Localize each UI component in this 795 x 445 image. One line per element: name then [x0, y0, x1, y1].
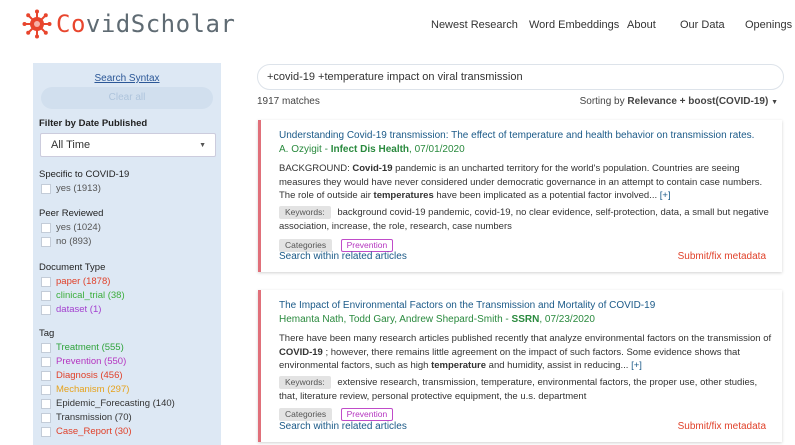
publish-date: , 07/23/2020: [539, 314, 595, 325]
nav-about[interactable]: About: [627, 19, 656, 31]
checkbox-label: Treatment (555): [56, 342, 124, 353]
checkbox-label: Epidemic_Forecasting (140): [56, 398, 175, 409]
checkbox-label: yes (1913): [56, 183, 101, 194]
date-filter-select[interactable]: All Time ▼: [40, 133, 216, 157]
author-names: Hemanta Nath, Todd Gary, Andrew Shepard-…: [279, 314, 512, 325]
nav-openings[interactable]: Openings: [745, 19, 792, 31]
result-card: Understanding Covid-19 transmission: The…: [258, 120, 782, 272]
checkbox[interactable]: [41, 290, 51, 301]
filter-doctype-dataset[interactable]: dataset (1): [41, 304, 101, 315]
match-count-label: matches: [282, 96, 320, 107]
checkbox[interactable]: [41, 412, 51, 423]
checkbox[interactable]: [41, 370, 51, 381]
document-type-heading: Document Type: [39, 262, 106, 273]
specific-covid-heading: Specific to COVID-19: [39, 169, 130, 180]
result-categories: Categories Prevention: [279, 404, 394, 422]
result-abstract: BACKGROUND: Covid-19 pandemic is an unch…: [279, 163, 763, 201]
search-input[interactable]: +covid-19 +temperature impact on viral t…: [257, 64, 784, 90]
filter-tag-mechanism[interactable]: Mechanism (297): [41, 384, 129, 395]
top-header: CovidScholar Newest Research Word Embedd…: [0, 0, 795, 52]
checkbox-label: yes (1024): [56, 222, 101, 233]
nav-word-embeddings[interactable]: Word Embeddings: [529, 19, 619, 31]
submit-fix-metadata-link[interactable]: Submit/fix metadata: [678, 421, 766, 432]
filter-tag-transmission[interactable]: Transmission (70): [41, 412, 132, 423]
result-keywords: Keywords: extensive research, transmissi…: [279, 376, 777, 403]
filter-date-heading: Filter by Date Published: [39, 118, 148, 129]
result-keywords: Keywords: background covid-19 pandemic, …: [279, 206, 777, 233]
keywords-label: Keywords:: [279, 206, 331, 219]
match-count-value: 1917: [257, 96, 280, 107]
sort-prefix: Sorting by: [579, 96, 625, 107]
publish-date: , 07/01/2020: [409, 144, 465, 155]
checkbox-label: Mechanism (297): [56, 384, 130, 395]
checkbox[interactable]: [41, 356, 51, 367]
keywords-text: extensive research, transmission, temper…: [279, 377, 758, 402]
result-title-link[interactable]: The Impact of Environmental Factors on t…: [279, 300, 779, 311]
filter-tag-epidemic-forecasting[interactable]: Epidemic_Forecasting (140): [41, 398, 175, 409]
filter-doctype-clinical-trial[interactable]: clinical_trial (38): [41, 290, 125, 301]
search-syntax-link[interactable]: Search Syntax: [33, 73, 221, 84]
peer-reviewed-heading: Peer Reviewed: [39, 208, 104, 219]
journal-name: SSRN: [511, 314, 540, 325]
checkbox-label: Prevention (550): [56, 356, 127, 367]
date-filter-value: All Time: [51, 139, 91, 151]
checkbox[interactable]: [41, 222, 51, 233]
category-tag-prevention[interactable]: Prevention: [340, 408, 394, 421]
search-related-link[interactable]: Search within related articles: [279, 421, 407, 432]
site-logo[interactable]: CovidScholar: [22, 9, 235, 39]
submit-fix-metadata-link[interactable]: Submit/fix metadata: [678, 251, 766, 262]
chevron-down-icon: ▼: [199, 142, 206, 149]
checkbox[interactable]: [41, 183, 51, 194]
filter-peer-no[interactable]: no (893): [41, 236, 91, 247]
checkbox[interactable]: [41, 426, 51, 437]
match-count: 1917 matches: [257, 96, 320, 107]
checkbox-label: Transmission (70): [56, 412, 132, 423]
checkbox-label: dataset (1): [56, 304, 102, 315]
nav-newest-research[interactable]: Newest Research: [431, 19, 518, 31]
result-title-link[interactable]: Understanding Covid-19 transmission: The…: [279, 130, 779, 141]
checkbox[interactable]: [41, 236, 51, 247]
checkbox[interactable]: [41, 276, 51, 287]
search-related-link[interactable]: Search within related articles: [279, 251, 407, 262]
filter-specific-yes[interactable]: yes (1913): [41, 183, 101, 194]
categories-label: Categories: [279, 408, 333, 421]
checkbox[interactable]: [41, 398, 51, 409]
nav-our-data[interactable]: Our Data: [680, 19, 725, 31]
result-card: The Impact of Environmental Factors on t…: [258, 290, 782, 442]
journal-name: Infect Dis Health: [330, 144, 410, 155]
checkbox[interactable]: [41, 342, 51, 353]
author-names: A. Ozyigit -: [279, 144, 331, 155]
sort-value: Relevance + boost(COVID-19): [627, 96, 769, 107]
keywords-text: background covid-19 pandemic, covid-19, …: [279, 207, 769, 232]
clear-all-button[interactable]: Clear all: [41, 87, 213, 109]
filter-tag-prevention[interactable]: Prevention (550): [41, 356, 126, 367]
checkbox-label: no (893): [56, 236, 92, 247]
result-abstract: There have been many research articles p…: [279, 333, 772, 371]
keywords-label: Keywords:: [279, 376, 331, 389]
filter-doctype-paper[interactable]: paper (1878): [41, 276, 110, 287]
checkbox[interactable]: [41, 384, 51, 395]
checkbox-label: clinical_trial (38): [56, 290, 125, 301]
caret-down-icon: ▼: [771, 99, 778, 106]
filter-tag-case-report[interactable]: Case_Report (30): [41, 426, 132, 437]
checkbox-label: Diagnosis (456): [56, 370, 123, 381]
filter-peer-yes[interactable]: yes (1024): [41, 222, 101, 233]
checkbox-label: Case_Report (30): [56, 426, 132, 437]
result-authors: A. Ozyigit - Infect Dis Health, 07/01/20…: [279, 144, 465, 155]
logo-wordmark: CovidScholar: [56, 10, 236, 38]
filter-tag-treatment[interactable]: Treatment (555): [41, 342, 124, 353]
checkbox-label: paper (1878): [56, 276, 111, 287]
sort-dropdown[interactable]: Sorting by Relevance + boost(COVID-19) ▼: [580, 96, 778, 107]
result-authors: Hemanta Nath, Todd Gary, Andrew Shepard-…: [279, 314, 595, 325]
filter-sidebar: Search Syntax Clear all Filter by Date P…: [33, 63, 221, 445]
filter-tag-diagnosis[interactable]: Diagnosis (456): [41, 370, 123, 381]
virus-logo-icon: [22, 9, 52, 39]
checkbox[interactable]: [41, 304, 51, 315]
tag-heading: Tag: [39, 328, 55, 339]
